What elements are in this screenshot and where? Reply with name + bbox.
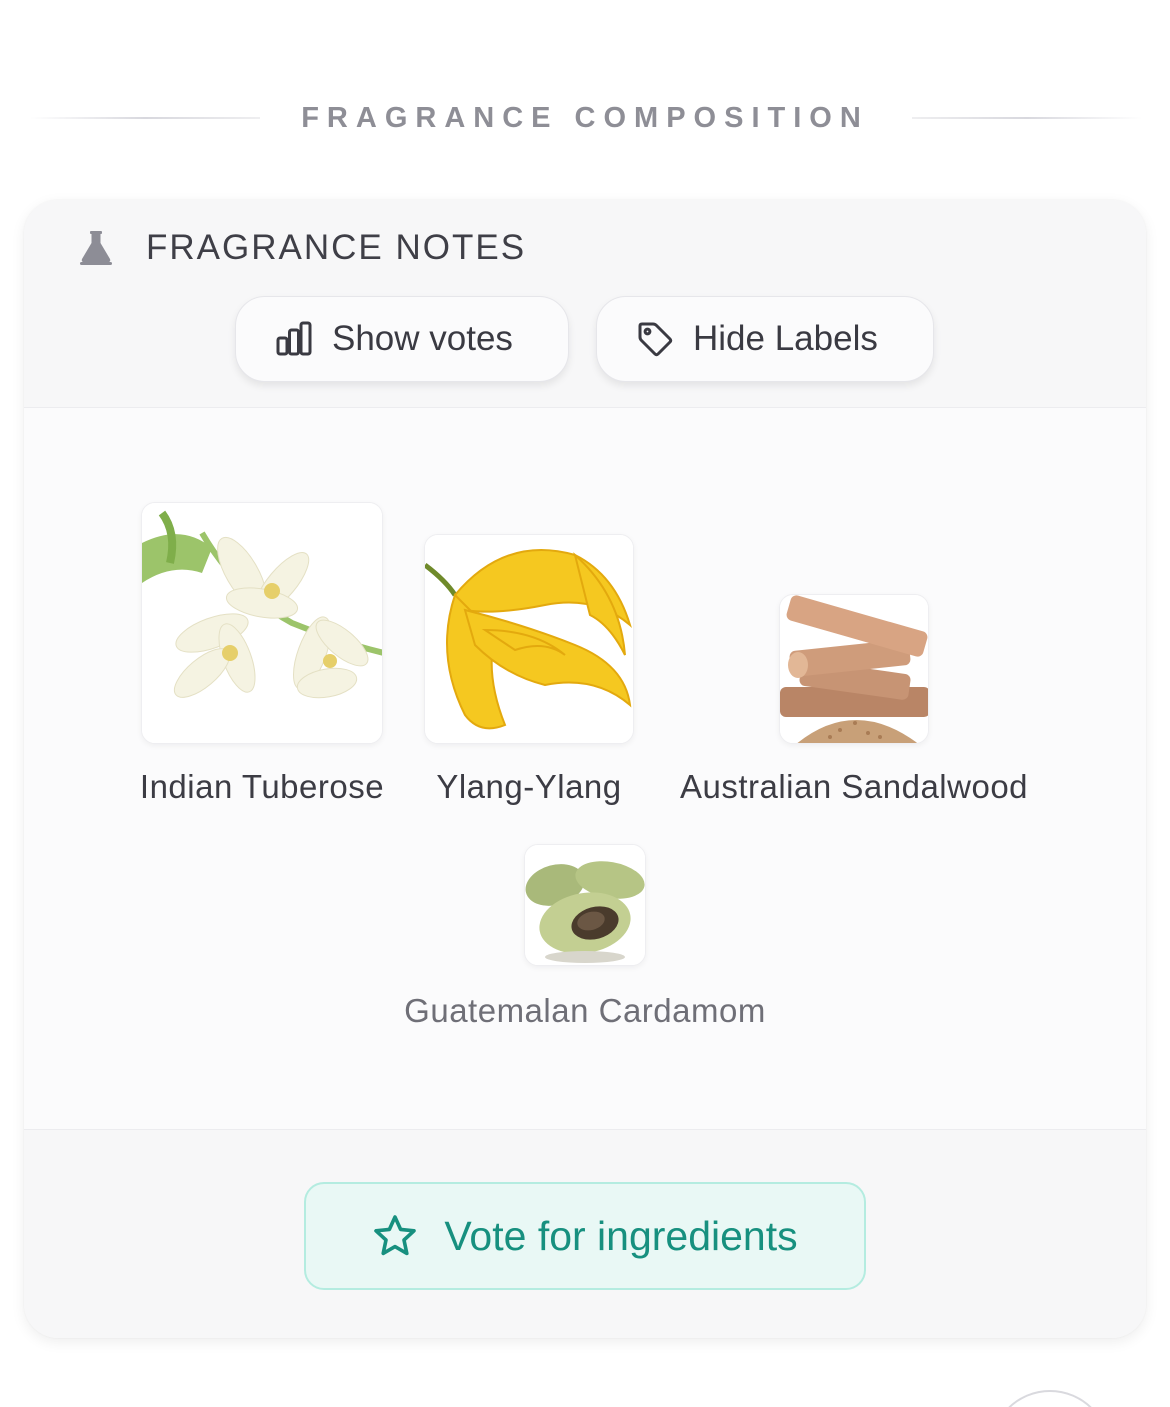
star-icon	[374, 1215, 417, 1256]
bar-chart-icon	[276, 321, 312, 356]
hide-labels-button[interactable]: Hide Labels	[596, 296, 934, 382]
note-label: Ylang-Ylang	[436, 768, 622, 805]
page: FRAGRANCE COMPOSITION FRAGRANCE NOTES Sh…	[0, 0, 1170, 1407]
card-title: FRAGRANCE NOTES	[146, 228, 527, 267]
ylang-ylang-flower-image	[424, 534, 634, 744]
note-label: Guatemalan Cardamom	[404, 992, 766, 1029]
note-label: Australian Sandalwood	[679, 768, 1029, 805]
tuberose-flower-image	[141, 502, 383, 744]
card-header: FRAGRANCE NOTES Show votes Hide Labels	[24, 200, 1146, 408]
note-item-guatemalan-cardamom[interactable]: Guatemalan Cardamom	[384, 844, 786, 1030]
show-votes-button[interactable]: Show votes	[235, 296, 569, 382]
tag-icon	[638, 322, 673, 357]
fragrance-notes-card: FRAGRANCE NOTES Show votes Hide Labels I…	[24, 200, 1146, 1338]
cardamom-image	[524, 844, 646, 966]
flask-icon	[80, 231, 112, 265]
show-votes-label: Show votes	[332, 319, 513, 358]
card-title-row: FRAGRANCE NOTES	[76, 226, 526, 270]
sandalwood-image	[779, 594, 929, 744]
vote-for-ingredients-label: Vote for ingredients	[444, 1212, 798, 1259]
section-title: FRAGRANCE COMPOSITION	[301, 101, 869, 134]
card-footer: Vote for ingredients	[24, 1129, 1146, 1338]
vote-for-ingredients-button[interactable]: Vote for ingredients	[304, 1182, 866, 1290]
divider-right	[912, 117, 1142, 119]
hide-labels-label: Hide Labels	[693, 319, 878, 358]
section-header: FRAGRANCE COMPOSITION	[0, 96, 1170, 140]
notes-grid: Indian Tuberose Ylang-Ylang Australian S…	[24, 408, 1146, 1130]
note-item-australian-sandalwood[interactable]: Australian Sandalwood	[672, 594, 1036, 806]
note-item-indian-tuberose[interactable]: Indian Tuberose	[132, 502, 392, 806]
partial-circle-button[interactable]	[990, 1390, 1110, 1407]
note-label: Indian Tuberose	[139, 768, 385, 805]
divider-left	[30, 117, 260, 119]
note-item-ylang-ylang[interactable]: Ylang-Ylang	[424, 534, 634, 806]
